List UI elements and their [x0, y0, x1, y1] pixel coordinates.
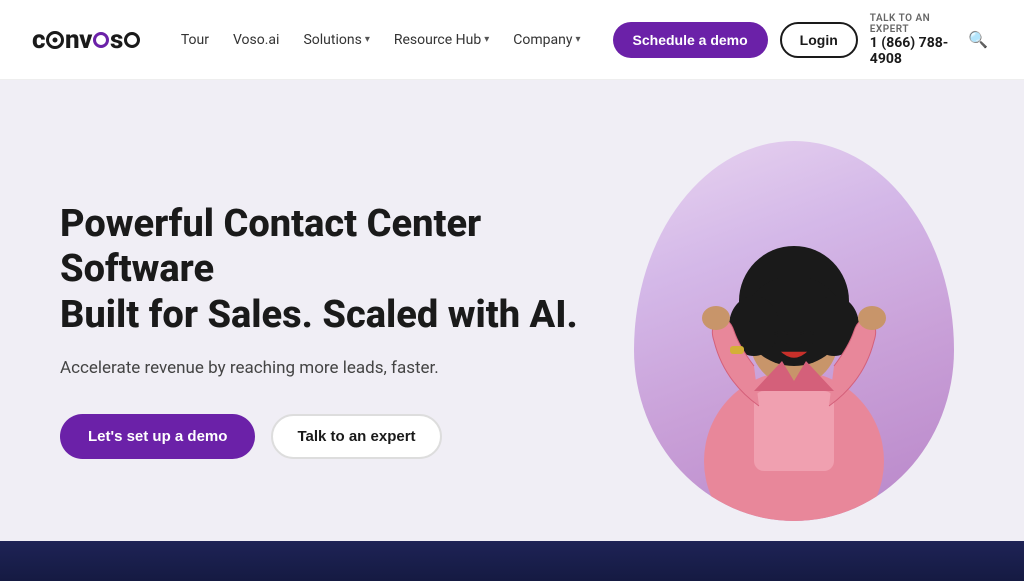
logo[interactable]: c nvs	[32, 25, 141, 55]
solutions-chevron-icon: ▾	[365, 34, 370, 45]
schedule-demo-button[interactable]: Schedule a demo	[613, 22, 768, 58]
talk-expert-phone: 1 (866) 788-4908	[870, 35, 952, 67]
talk-expert-label: TALK TO AN EXPERT	[870, 13, 952, 35]
hero-expert-button[interactable]: Talk to an expert	[271, 414, 441, 459]
nav-solutions[interactable]: Solutions ▾	[303, 32, 369, 48]
company-chevron-icon: ▾	[575, 34, 580, 45]
navbar: c nvs Tour Voso.ai Solutions ▾ Resource …	[0, 0, 1024, 80]
hero-subtitle: Accelerate revenue by reaching more lead…	[60, 358, 580, 378]
bottom-bar	[0, 541, 1024, 581]
search-icon: 🔍	[968, 30, 988, 50]
hero-person-svg	[644, 151, 944, 521]
hero-section: Powerful Contact Center Software Built f…	[0, 80, 1024, 581]
nav-resource-hub[interactable]: Resource Hub ▾	[394, 32, 489, 48]
resource-hub-chevron-icon: ▾	[484, 34, 489, 45]
nav-links: Tour Voso.ai Solutions ▾ Resource Hub ▾ …	[181, 32, 581, 48]
hero-demo-button[interactable]: Let's set up a demo	[60, 414, 255, 459]
nav-tour[interactable]: Tour	[181, 32, 209, 48]
talk-expert-block: TALK TO AN EXPERT 1 (866) 788-4908	[870, 13, 952, 67]
search-button[interactable]: 🔍	[964, 26, 992, 54]
login-button[interactable]: Login	[780, 22, 858, 58]
hero-title: Powerful Contact Center Software Built f…	[60, 202, 580, 339]
logo-text: c nvs	[32, 25, 141, 55]
hero-buttons: Let's set up a demo Talk to an expert	[60, 414, 580, 459]
hero-content: Powerful Contact Center Software Built f…	[60, 202, 580, 460]
hero-image-circle	[634, 141, 954, 521]
nav-voso[interactable]: Voso.ai	[233, 32, 280, 48]
hero-image	[624, 131, 964, 531]
nav-actions: Schedule a demo Login TALK TO AN EXPERT …	[613, 13, 992, 67]
nav-company[interactable]: Company ▾	[513, 32, 580, 48]
